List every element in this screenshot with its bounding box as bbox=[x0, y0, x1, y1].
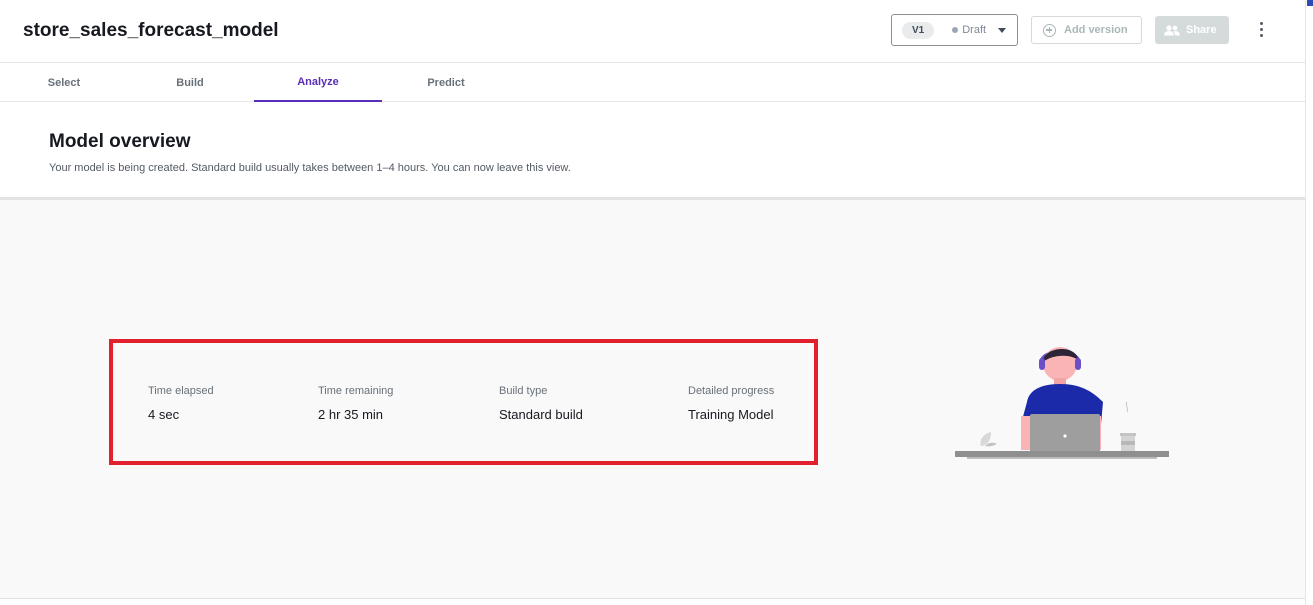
model-title: store_sales_forecast_model bbox=[23, 20, 279, 41]
stat-label: Build type bbox=[499, 385, 548, 397]
caret-down-icon bbox=[998, 27, 1007, 33]
stat-label: Time elapsed bbox=[148, 385, 214, 397]
workflow-tabs: Select Build Analyze Predict bbox=[0, 63, 1305, 102]
stat-value: 2 hr 35 min bbox=[318, 407, 384, 422]
person-at-laptop-illustration bbox=[955, 347, 1169, 459]
tab-analyze[interactable]: Analyze bbox=[254, 63, 382, 102]
stat-detailed-progress: Detailed progress Training Model bbox=[688, 385, 774, 422]
stat-time-remaining: Time remaining 2 hr 35 min bbox=[318, 385, 393, 422]
share-button[interactable]: Share bbox=[1155, 16, 1229, 44]
more-options-icon[interactable] bbox=[1253, 19, 1269, 39]
tab-build[interactable]: Build bbox=[126, 63, 254, 102]
overview-section: Model overview Your model is being creat… bbox=[0, 102, 1305, 198]
build-stats-box: Time elapsed 4 sec Time remaining 2 hr 3… bbox=[109, 339, 818, 465]
stat-time-elapsed: Time elapsed 4 sec bbox=[148, 385, 214, 422]
stat-build-type: Build type Standard build bbox=[499, 385, 583, 422]
version-pill: V1 bbox=[902, 21, 935, 39]
stat-value: Standard build bbox=[499, 407, 583, 422]
users-icon bbox=[1164, 24, 1180, 35]
scrollbar-thumb[interactable] bbox=[1307, 0, 1313, 6]
status-dot-icon bbox=[952, 27, 959, 33]
status-label: Draft bbox=[962, 24, 987, 36]
stat-label: Detailed progress bbox=[688, 385, 775, 397]
build-progress-panel: Time elapsed 4 sec Time remaining 2 hr 3… bbox=[0, 200, 1305, 599]
add-version-button[interactable]: Add version bbox=[1031, 16, 1142, 44]
stat-value: 4 sec bbox=[148, 407, 180, 422]
overview-description: Your model is being created. Standard bu… bbox=[49, 162, 571, 174]
share-label: Share bbox=[1186, 24, 1217, 36]
page-title: Model overview bbox=[49, 131, 191, 152]
stat-value: Training Model bbox=[688, 407, 774, 422]
add-version-label: Add version bbox=[1064, 24, 1128, 36]
app-header: store_sales_forecast_model V1 Draft Add … bbox=[0, 0, 1305, 63]
page-scrollbar[interactable] bbox=[1305, 0, 1313, 605]
stat-label: Time remaining bbox=[318, 385, 394, 397]
plus-circle-icon bbox=[1043, 23, 1056, 37]
version-select[interactable]: V1 Draft bbox=[891, 14, 1018, 46]
tab-predict[interactable]: Predict bbox=[382, 63, 510, 102]
tab-select[interactable]: Select bbox=[0, 63, 128, 102]
